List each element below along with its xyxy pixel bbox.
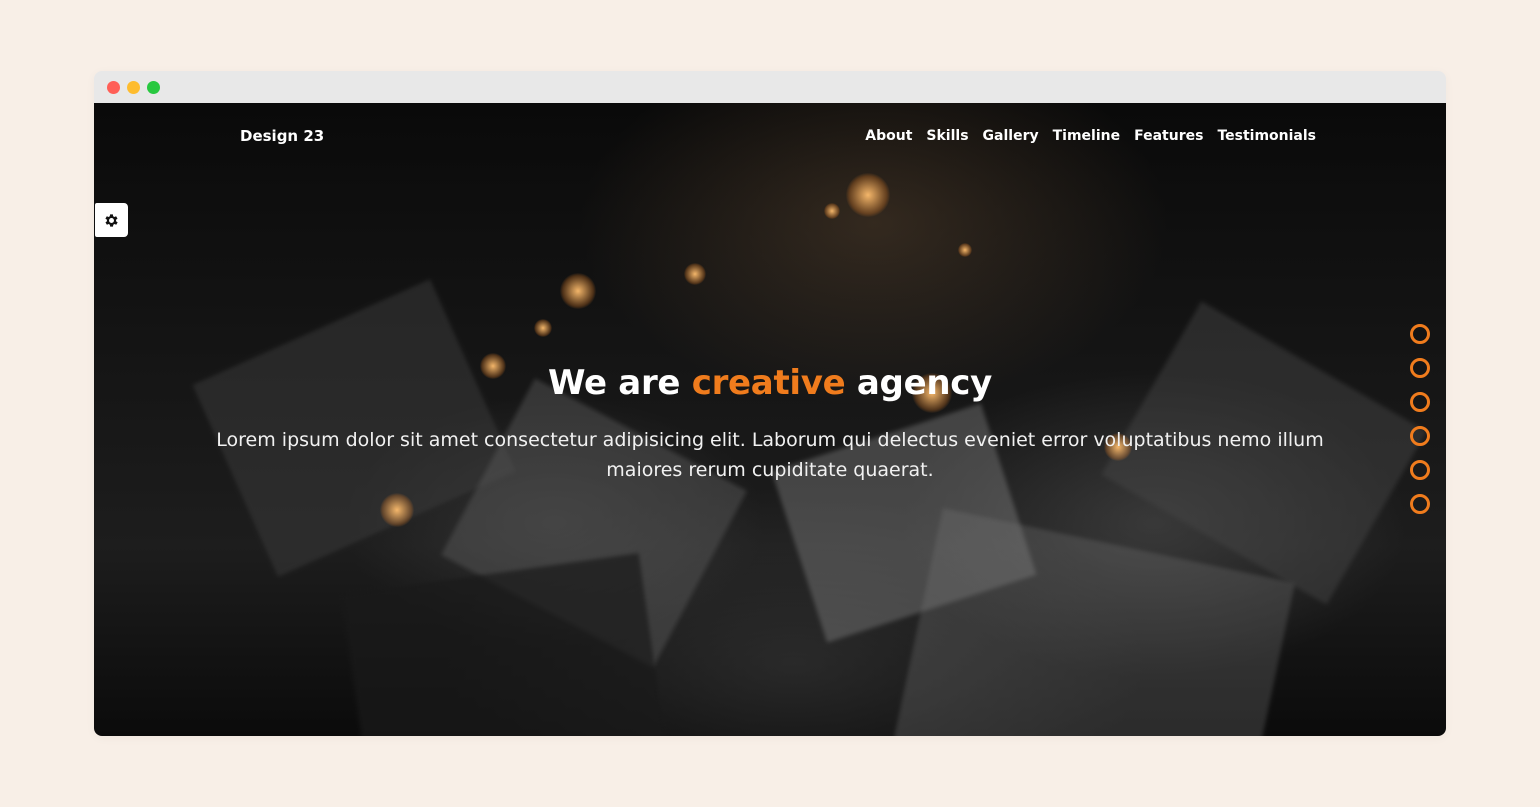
browser-window: Design 23 About Skills Gallery Timeline … <box>94 71 1446 736</box>
background-spark <box>824 203 840 219</box>
nav-link-skills[interactable]: Skills <box>926 128 968 144</box>
window-titlebar <box>94 71 1446 103</box>
nav-link-timeline[interactable]: Timeline <box>1053 128 1121 144</box>
background-shape <box>341 553 667 736</box>
background-spark <box>958 243 972 257</box>
section-dot-5[interactable] <box>1410 460 1430 480</box>
gear-icon <box>105 213 118 227</box>
background-spark <box>560 273 596 309</box>
main-nav: About Skills Gallery Timeline Features T… <box>865 128 1316 144</box>
background-spark <box>534 319 552 337</box>
close-window-button[interactable] <box>107 80 120 94</box>
nav-link-testimonials[interactable]: Testimonials <box>1217 128 1316 144</box>
hero-content: We are creative agency Lorem ipsum dolor… <box>94 363 1446 485</box>
background-spark <box>380 493 414 527</box>
nav-link-features[interactable]: Features <box>1134 128 1203 144</box>
section-dot-2[interactable] <box>1410 358 1430 378</box>
maximize-window-button[interactable] <box>147 80 160 94</box>
section-dot-1[interactable] <box>1410 324 1430 344</box>
hero-section: Design 23 About Skills Gallery Timeline … <box>94 103 1446 736</box>
headline-accent: creative <box>691 363 846 403</box>
headline-start: We are <box>548 363 692 403</box>
headline-end: agency <box>845 363 992 403</box>
section-dot-navigation <box>1410 324 1430 514</box>
background-spark <box>846 173 890 217</box>
nav-link-about[interactable]: About <box>865 128 912 144</box>
background-spark <box>684 263 706 285</box>
section-dot-4[interactable] <box>1410 426 1430 446</box>
brand-logo[interactable]: Design 23 <box>240 127 324 145</box>
minimize-window-button[interactable] <box>127 80 140 94</box>
settings-toggle-button[interactable] <box>95 203 128 237</box>
top-navbar: Design 23 About Skills Gallery Timeline … <box>94 103 1446 169</box>
hero-headline: We are creative agency <box>94 363 1446 403</box>
section-dot-6[interactable] <box>1410 494 1430 514</box>
section-dot-3[interactable] <box>1410 392 1430 412</box>
nav-link-gallery[interactable]: Gallery <box>983 128 1039 144</box>
hero-description: Lorem ipsum dolor sit amet consectetur a… <box>216 429 1324 481</box>
